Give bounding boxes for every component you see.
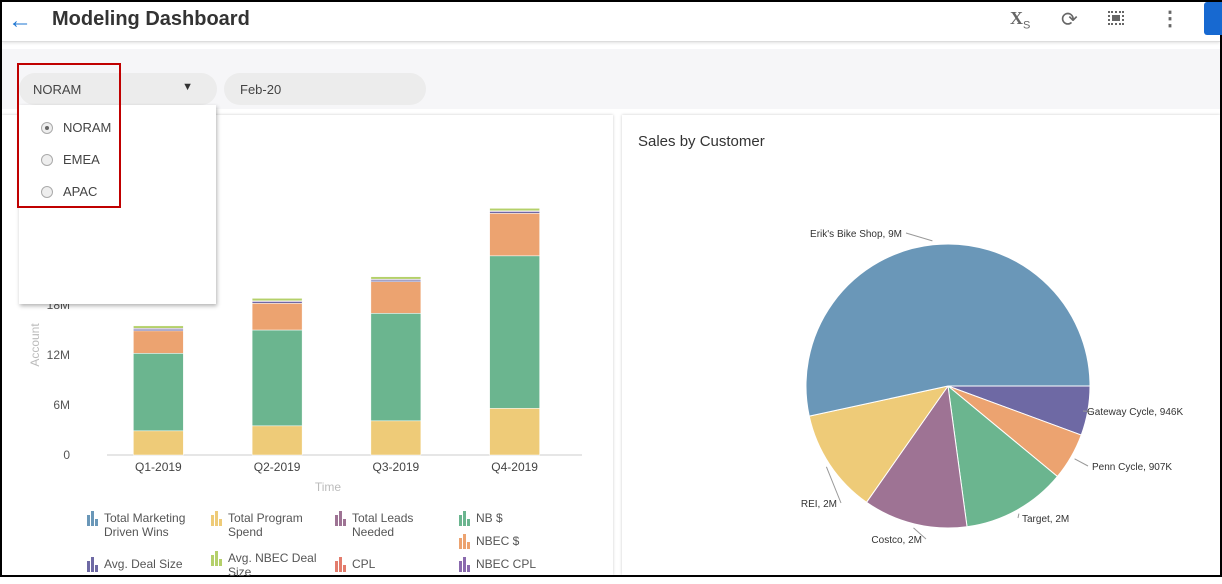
formula-xs-icon[interactable]: XS: [1010, 8, 1030, 32]
page-title: Modeling Dashboard: [52, 8, 250, 30]
legend-label: NB $: [476, 511, 503, 525]
bar-segment[interactable]: [251, 329, 303, 427]
formula-sub: S: [1023, 19, 1031, 32]
pie-chart: Gateway Cycle, 946K Penn Cycle, 907K Targe…: [801, 229, 1184, 546]
bar-segment[interactable]: [370, 276, 422, 280]
bar-segment[interactable]: [370, 281, 422, 314]
legend-item[interactable]: CPL: [335, 557, 455, 572]
legend-item[interactable]: Total Leads Needed: [335, 511, 455, 539]
bar-segment[interactable]: [251, 301, 303, 304]
legend-label: Avg. NBEC Deal Size: [228, 551, 317, 579]
legend-item[interactable]: NBEC $: [459, 534, 579, 549]
bar-segment[interactable]: [133, 353, 184, 432]
y-tick-label: 12M: [47, 348, 70, 362]
slice-label: Costco, 2M: [871, 535, 922, 546]
bar-chart-icon: [87, 511, 98, 526]
highlight-box: [17, 63, 121, 208]
period-filter[interactable]: Feb-20: [224, 73, 426, 105]
bar-segment[interactable]: [133, 430, 184, 456]
legend-item[interactable]: NBEC CPL: [459, 557, 579, 572]
legend-label: NBEC $: [476, 534, 520, 548]
bar-chart-icon: [459, 534, 470, 549]
bar-segment[interactable]: [251, 298, 303, 302]
legend-label: CPL: [352, 557, 376, 571]
legend-label: Total Leads Needed: [352, 511, 414, 539]
bar-segment[interactable]: [251, 303, 303, 331]
legend-label: NBEC CPL: [476, 557, 537, 571]
leader-line: [1074, 458, 1089, 467]
more-vertical-icon[interactable]: ⋮: [1160, 6, 1180, 31]
bar-segment[interactable]: [489, 213, 540, 257]
bar-segment[interactable]: [133, 325, 184, 329]
legend-item[interactable]: Avg. Deal Size: [87, 557, 207, 572]
y-tick-label: 0: [63, 448, 70, 462]
legend-item[interactable]: Total Marketing Driven Wins: [87, 511, 207, 539]
side-button[interactable]: [1204, 2, 1222, 35]
x-tick-label: Q3-2019: [373, 460, 420, 474]
legend-label: Avg. Deal Size: [104, 557, 183, 571]
caret-down-icon: ▼: [182, 81, 193, 93]
bar-chart-icon: [459, 511, 470, 526]
legend-item[interactable]: NB $: [459, 511, 579, 526]
app-header: ← Modeling Dashboard XS ⟳ ⋮: [2, 2, 1222, 42]
bar-chart-icon: [211, 551, 222, 566]
legend-label: Total Marketing Driven Wins: [104, 511, 186, 539]
y-tick-label: 6M: [53, 398, 70, 412]
bar-chart-icon: [211, 511, 222, 526]
bar-segment[interactable]: [251, 425, 303, 456]
x-tick-label: Q2-2019: [254, 460, 301, 474]
bar-segment[interactable]: [370, 420, 422, 456]
slice-label: Penn Cycle, 907K: [1092, 462, 1172, 473]
slice-label: Gateway Cycle, 946K: [1087, 407, 1183, 418]
slice-label: Erik's Bike Shop, 9M: [810, 229, 902, 240]
bar-chart-icon: [335, 511, 346, 526]
bar-chart-icon: [335, 557, 346, 572]
filter-bar: NORAM ▼ Feb-20: [2, 49, 1220, 109]
pie-chart-panel: Sales by Customer Gateway Cycle, 946K Pen…: [622, 115, 1220, 575]
legend-item[interactable]: Total Program Spend: [211, 511, 331, 539]
bar-segment[interactable]: [133, 328, 184, 332]
y-axis-label: Account: [28, 323, 42, 367]
bar-segment[interactable]: [489, 408, 540, 456]
bar-segment[interactable]: [370, 313, 422, 422]
fullscreen-icon[interactable]: [1108, 11, 1124, 25]
bar-chart-icon: [459, 557, 470, 572]
bar-chart-icon: [87, 557, 98, 572]
arrow-left-icon[interactable]: ←: [8, 7, 32, 35]
legend-label: Total Program Spend: [228, 511, 303, 539]
formula-label: X: [1010, 8, 1023, 28]
slice-label: REI, 2M: [801, 499, 837, 510]
refresh-icon[interactable]: ⟳: [1061, 7, 1078, 32]
legend-item[interactable]: Avg. NBEC Deal Size: [211, 551, 331, 579]
period-value: Feb-20: [240, 82, 282, 97]
bar-segment[interactable]: [489, 255, 540, 409]
x-tick-label: Q1-2019: [135, 460, 182, 474]
x-tick-label: Q4-2019: [491, 460, 538, 474]
slice-label: Target, 2M: [1022, 514, 1069, 525]
bar-segment[interactable]: [133, 330, 184, 354]
bar-segment[interactable]: [489, 208, 540, 212]
leader-line: [905, 232, 933, 242]
x-axis-label: Time: [315, 480, 342, 494]
leader-line: [1017, 513, 1020, 519]
